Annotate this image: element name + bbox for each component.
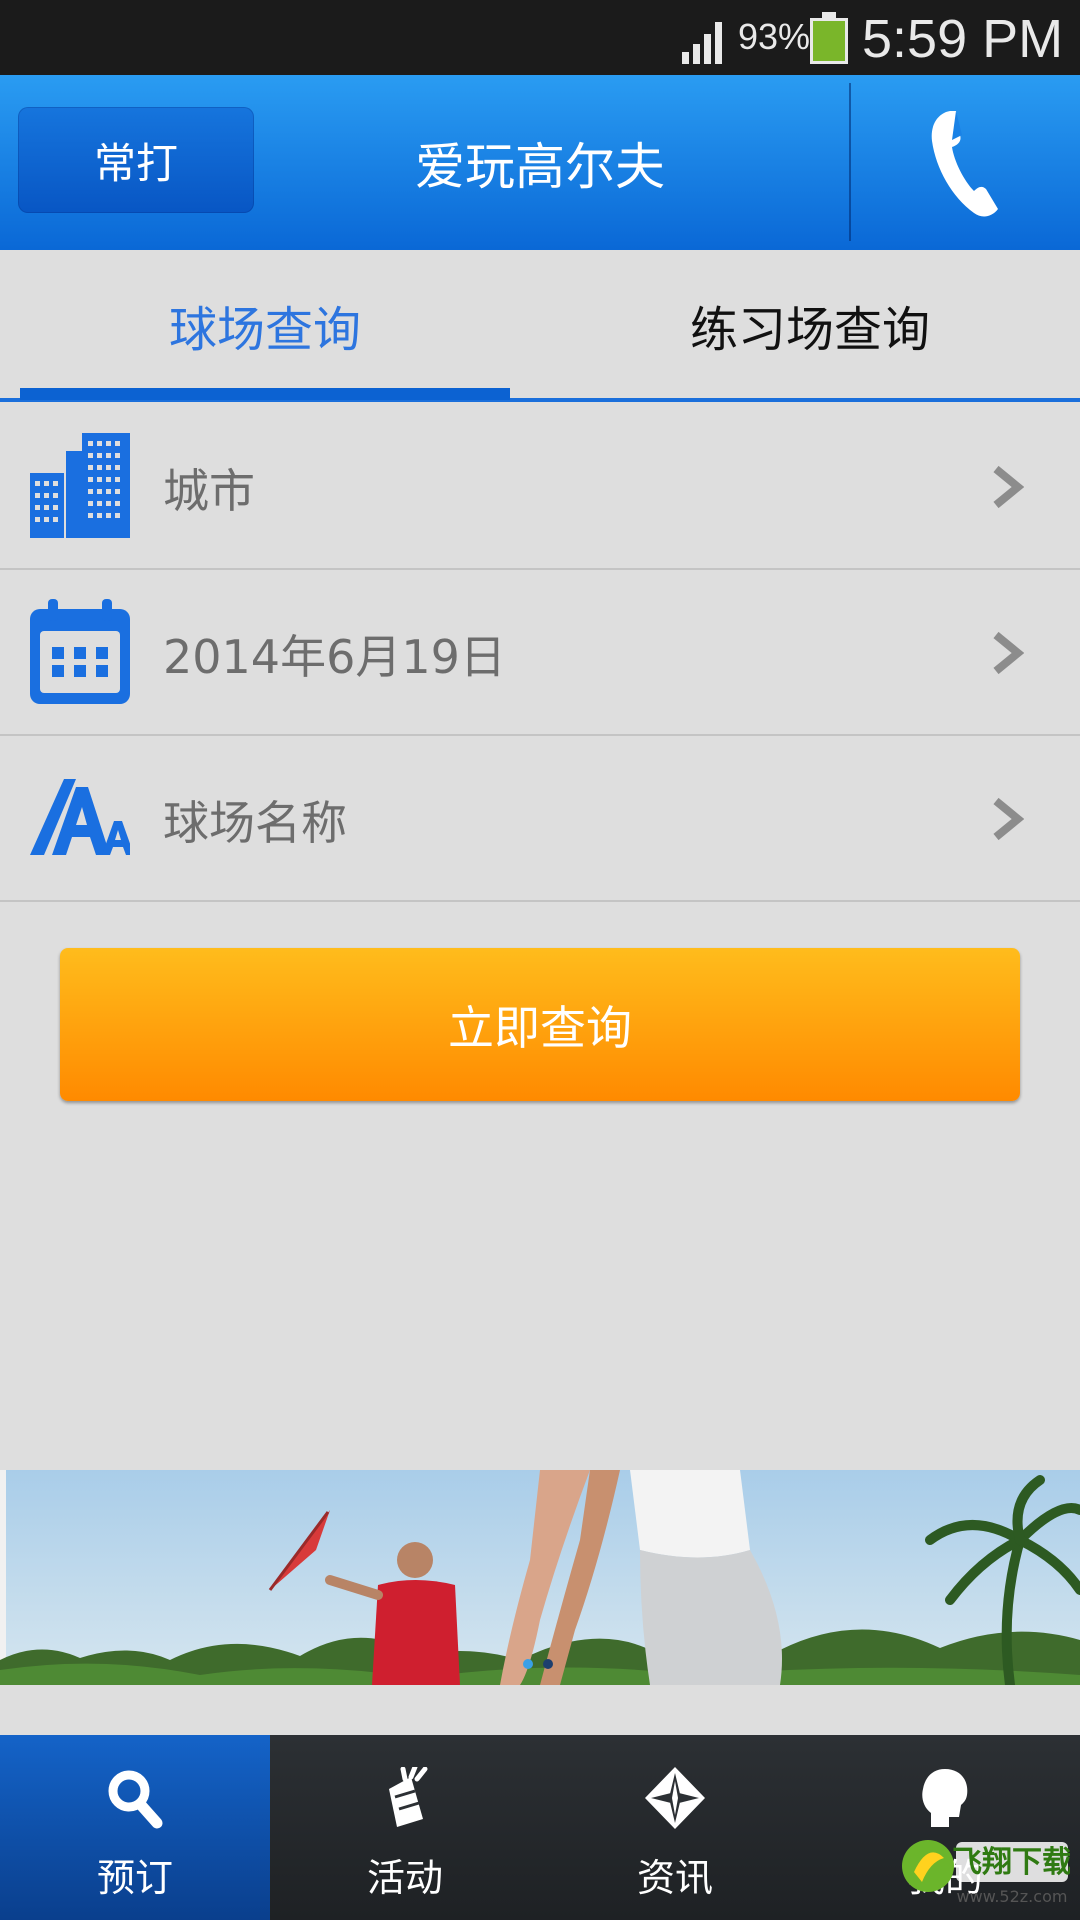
status-bar: 93% 5:59 PM xyxy=(0,0,1080,75)
chevron-right-icon xyxy=(993,465,1024,509)
tab-driving-range-search[interactable]: 练习场查询 xyxy=(540,250,1080,400)
tab-bar: 球场查询 练习场查询 xyxy=(0,250,1080,405)
phone-button[interactable] xyxy=(852,75,1080,250)
person-head-icon xyxy=(922,1769,968,1827)
golf-bag-icon xyxy=(389,1767,428,1827)
font-size-icon xyxy=(30,779,130,855)
promo-banner[interactable] xyxy=(0,1470,1080,1685)
chevron-right-icon xyxy=(993,797,1024,841)
course-name-row[interactable]: 球场名称 xyxy=(0,737,1080,902)
battery-percent: 93% xyxy=(738,16,811,57)
chevron-right-icon xyxy=(993,631,1024,675)
nav-activities-label: 活动 xyxy=(366,1856,443,1900)
app-header: 常打 爱玩高尔夫 xyxy=(0,75,1080,250)
nav-booking-label: 预订 xyxy=(96,1856,173,1900)
city-row[interactable]: 城市 xyxy=(0,405,1080,570)
search-icon xyxy=(108,1770,163,1829)
watermark-url: www.52z.com xyxy=(957,1887,1068,1906)
compass-icon xyxy=(645,1767,705,1829)
phone-icon xyxy=(931,110,998,216)
golf-banner-image xyxy=(0,1470,1080,1685)
favorites-button[interactable]: 常打 xyxy=(18,107,254,213)
signal-icon xyxy=(682,22,722,64)
nav-news-label: 资讯 xyxy=(636,1856,713,1900)
nav-news[interactable]: 资讯 xyxy=(540,1735,810,1920)
site-watermark-logo: 飞翔下载 www.52z.com xyxy=(902,1840,1070,1906)
date-value: 2014年6月19日 xyxy=(163,629,506,684)
search-now-button[interactable]: 立即查询 xyxy=(60,948,1020,1101)
nav-activities[interactable]: 活动 xyxy=(270,1735,540,1920)
watermark-text: 飞翔下载 xyxy=(952,1845,1070,1880)
calendar-icon xyxy=(30,599,130,704)
tab-course-search[interactable]: 球场查询 xyxy=(20,250,510,400)
nav-booking[interactable]: 预订 xyxy=(0,1735,270,1920)
active-tab-indicator xyxy=(20,388,510,400)
date-row[interactable]: 2014年6月19日 xyxy=(0,571,1080,736)
course-name-label: 球场名称 xyxy=(163,795,347,850)
banner-page-dots xyxy=(523,1659,553,1669)
city-label: 城市 xyxy=(163,463,255,518)
clock: 5:59 PM xyxy=(862,9,1064,69)
app-title: 爱玩高尔夫 xyxy=(415,137,665,196)
city-buildings-icon xyxy=(30,433,130,538)
battery-icon xyxy=(810,12,848,64)
header-divider xyxy=(849,83,851,241)
